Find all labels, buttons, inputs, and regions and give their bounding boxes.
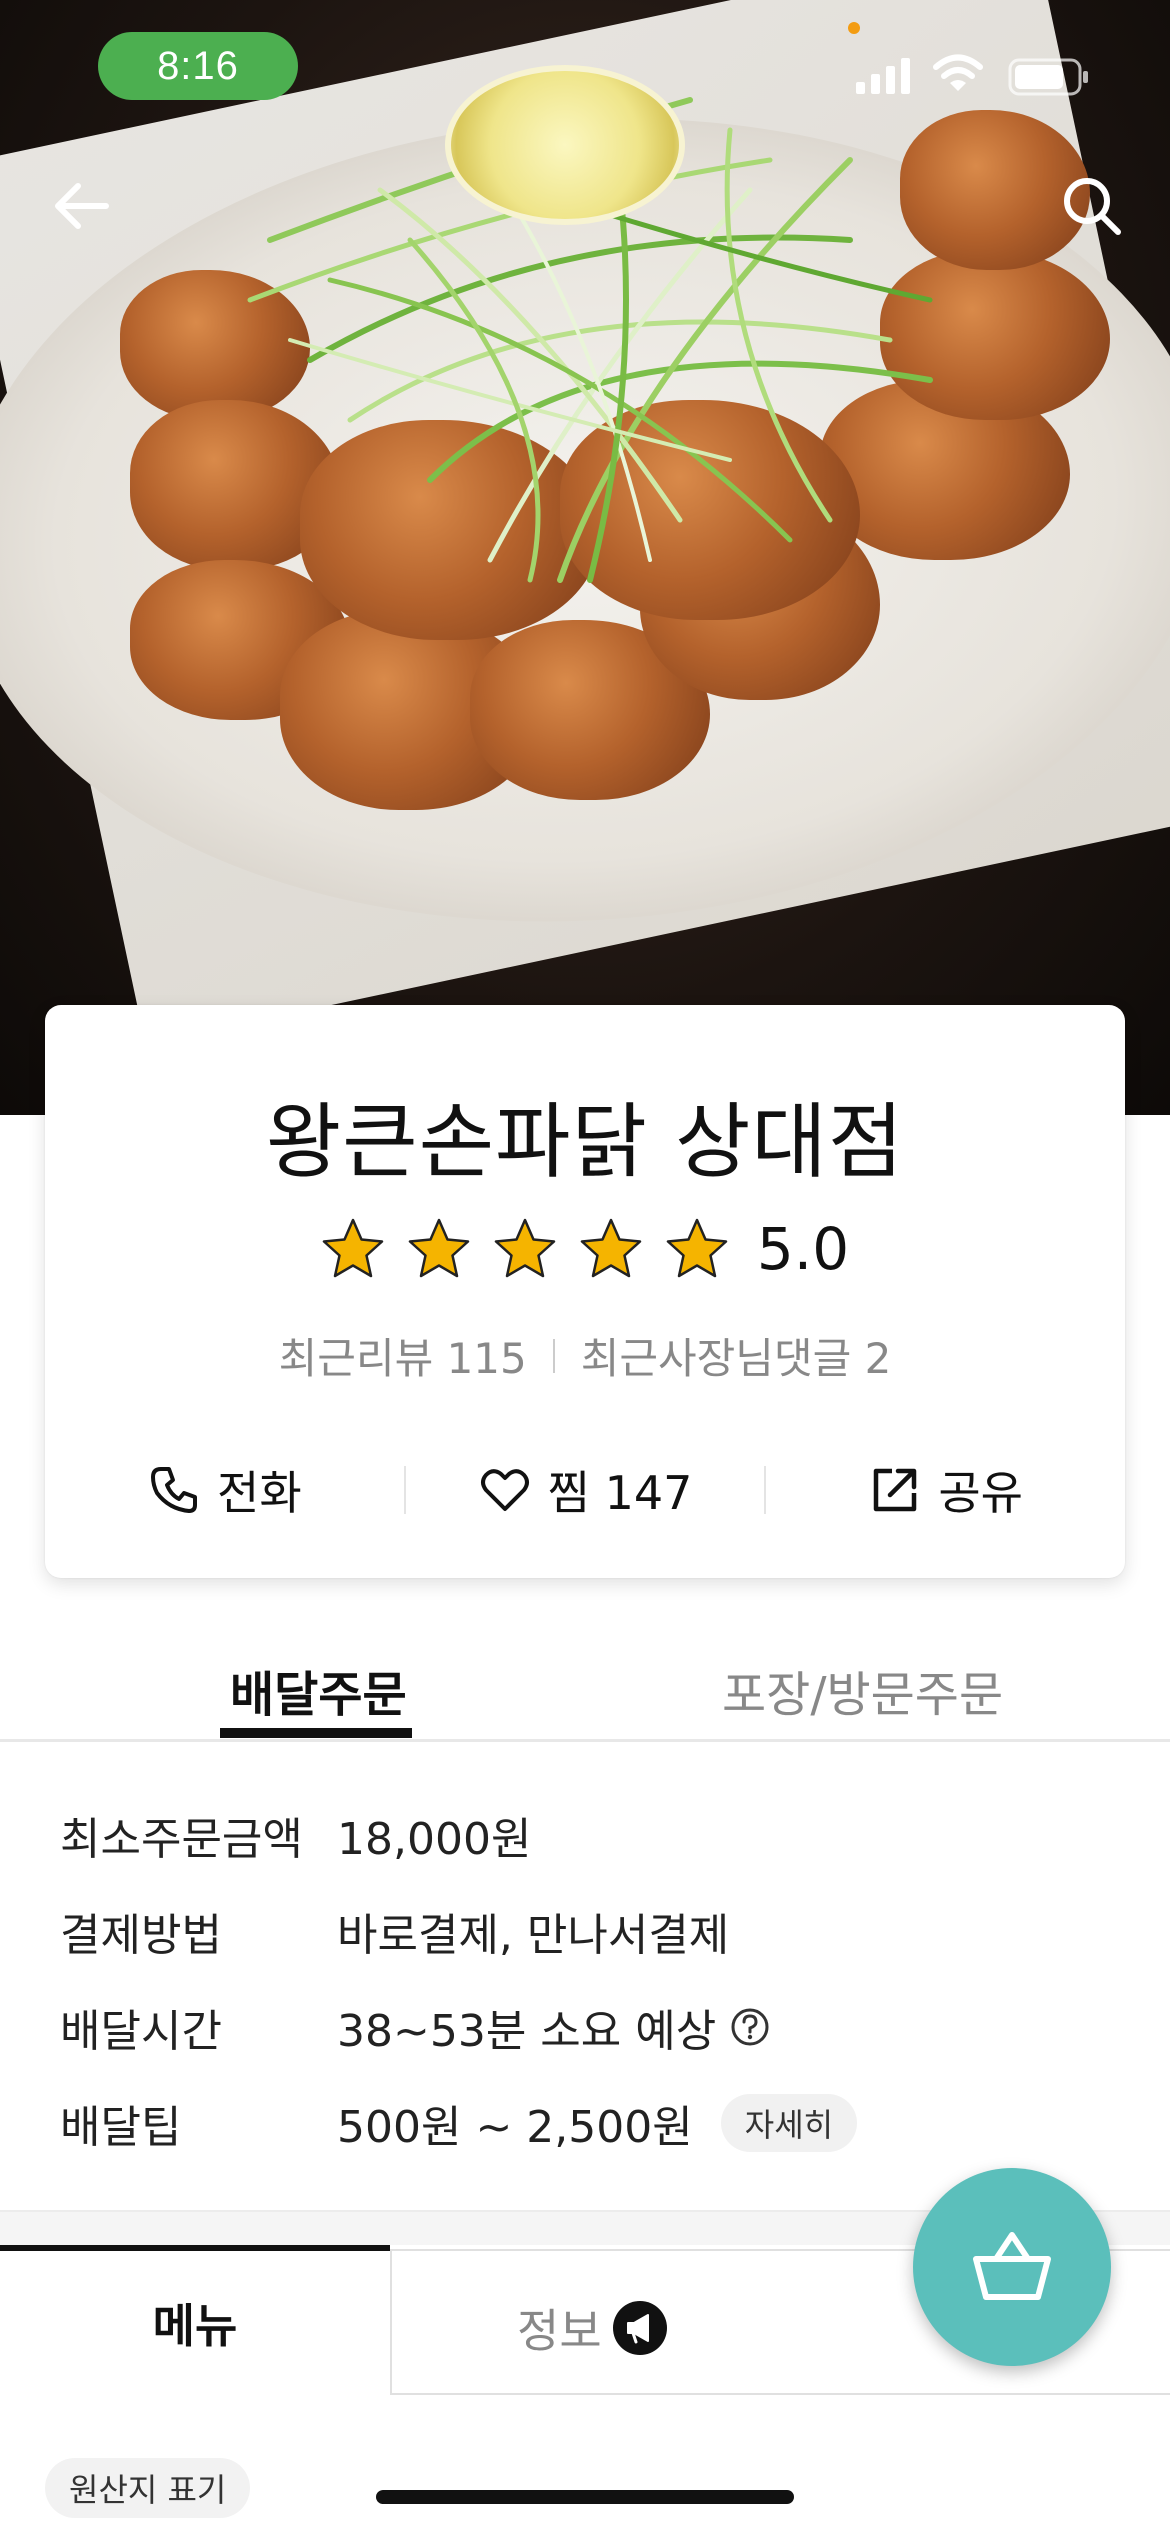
payment-row: 결제방법 바로결제, 만나서결제 (60, 1896, 729, 1966)
min-order-label: 최소주문금액 (60, 1814, 303, 1865)
share-button[interactable]: 공유 (766, 1457, 1125, 1523)
home-indicator (376, 2490, 794, 2504)
search-icon[interactable] (1058, 172, 1126, 240)
tab-info-label: 정보 (517, 2304, 602, 2358)
status-time: 8:16 (98, 32, 298, 100)
megaphone-icon (612, 2301, 667, 2355)
tab-menu[interactable]: 메뉴 (0, 2245, 390, 2395)
call-label: 전화 (217, 1466, 302, 1520)
rating-value: 5.0 (756, 1215, 850, 1283)
review-summary: 최근리뷰 115 최근사장님댓글 2 (45, 1325, 1125, 1386)
delivery-time-label: 배달시간 (60, 2006, 222, 2057)
wifi-icon (933, 54, 983, 91)
basket-icon (973, 2232, 1051, 2300)
delivery-tip-value-wrap: 500원 ~ 2,500원 자세히 (337, 2091, 858, 2155)
cellular-signal-icon (856, 58, 910, 94)
star-icon (580, 1218, 642, 1278)
tip-detail-button[interactable]: 자세히 (720, 2094, 858, 2152)
star-icon (322, 1218, 384, 1278)
payment-label: 결제방법 (60, 1910, 222, 1961)
store-name: 왕큰손파닭 상대점 (265, 1095, 905, 1190)
delivery-tip-row: 배달팁 500원 ~ 2,500원 자세히 (60, 2088, 858, 2158)
heart-icon (480, 1469, 529, 1511)
min-order-value: 18,000원 (337, 1814, 532, 1865)
order-type-tabs: 배달주문 포장/방문주문 (0, 1625, 1170, 1742)
payment-value: 바로결제, 만나서결제 (337, 1910, 730, 1961)
star-icon (666, 1218, 728, 1278)
favorite-label: 찜 147 (547, 1466, 693, 1520)
delivery-time-row: 배달시간 38~53분 소요 예상 (60, 1992, 770, 2062)
delivery-tip-label: 배달팁 (60, 2102, 182, 2153)
star-icon (408, 1218, 470, 1278)
review-divider (552, 1338, 555, 1373)
cart-button[interactable] (913, 2168, 1111, 2366)
call-button[interactable]: 전화 (45, 1457, 404, 1523)
store-hero-image (0, 0, 1170, 1115)
star-icon (494, 1218, 556, 1278)
status-bar: 8:16 (0, 0, 1170, 130)
tab-delivery-order[interactable]: 배달주문 (230, 1655, 407, 1725)
rating-row: 5.0 (45, 1215, 1125, 1283)
delivery-time-value: 38~53분 소요 예상 (337, 2006, 717, 2057)
origin-label-chip[interactable]: 원산지 표기 (45, 2458, 251, 2518)
min-order-row: 최소주문금액 18,000원 (60, 1800, 531, 1870)
delivery-time-value-wrap: 38~53분 소요 예상 (337, 1995, 770, 2059)
tab-pickup-order[interactable]: 포장/방문주문 (722, 1655, 1003, 1725)
delivery-tip-value: 500원 ~ 2,500원 (337, 2102, 693, 2153)
active-tab-indicator (220, 1728, 412, 1738)
question-icon[interactable] (730, 2007, 770, 2047)
store-info-card: 왕큰손파닭 상대점 5.0 최근리뷰 115 최근사장님댓글 2 전화 찜 14… (45, 1005, 1125, 1578)
back-arrow-icon[interactable] (48, 172, 116, 240)
privacy-indicator-dot (848, 22, 860, 34)
share-label: 공유 (938, 1466, 1023, 1520)
battery-icon (1008, 58, 1088, 96)
favorite-button[interactable]: 찜 147 (406, 1457, 765, 1523)
store-actions: 전화 찜 147 공유 (45, 1435, 1125, 1545)
recent-reviews-link[interactable]: 최근리뷰 115 (279, 1325, 527, 1386)
phone-icon (151, 1467, 198, 1513)
share-icon (874, 1468, 917, 1512)
tab-info-content: 정보 (517, 2295, 668, 2361)
owner-replies-link[interactable]: 최근사장님댓글 2 (581, 1325, 892, 1386)
